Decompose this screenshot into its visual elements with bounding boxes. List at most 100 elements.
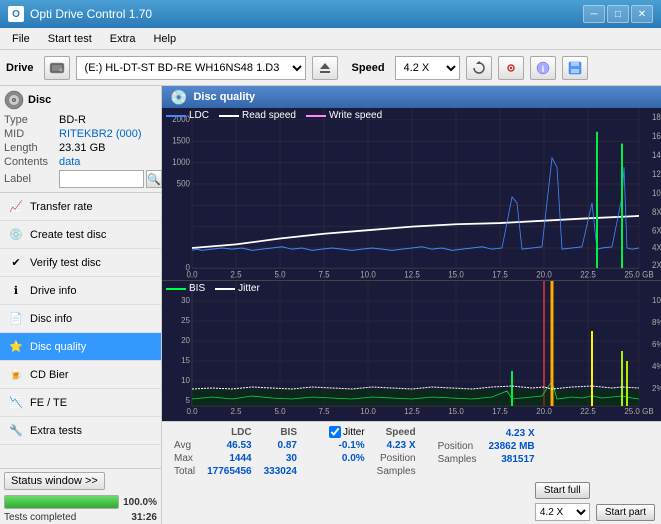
svg-text:2.5: 2.5 (230, 269, 241, 280)
legend-bis: BIS (166, 283, 205, 294)
svg-text:25: 25 (181, 316, 190, 325)
svg-text:10%: 10% (652, 296, 661, 305)
svg-text:12.5: 12.5 (404, 407, 420, 416)
save-button[interactable] (562, 56, 588, 80)
status-window-button[interactable]: Status window >> (4, 472, 105, 490)
svg-text:1000: 1000 (172, 156, 190, 167)
disc-label-input[interactable] (59, 170, 144, 188)
disc-quality-label: Disc quality (30, 341, 86, 353)
stats-right-panel: Start full 4.2 X Start part (535, 482, 655, 521)
progress-bar-fill (5, 496, 118, 508)
title-bar: O Opti Drive Control 1.70 ─ □ ✕ (0, 0, 661, 28)
disc-contents-row: Contents data (4, 156, 157, 168)
cd-bier-icon: 🍺 (8, 367, 24, 383)
disc-length-label: Length (4, 142, 59, 154)
svg-text:6%: 6% (652, 340, 661, 349)
disc-mid-value: RITEKBR2 (000) (59, 128, 142, 140)
sidebar-item-cd-bier[interactable]: 🍺 CD Bier (0, 361, 161, 389)
disc-title: Disc (28, 94, 51, 106)
minimize-button[interactable]: ─ (583, 5, 605, 23)
drive-select[interactable]: (E:) HL-DT-ST BD-RE WH16NS48 1.D3 (76, 56, 306, 80)
sidebar-item-disc-quality[interactable]: ⭐ Disc quality (0, 333, 161, 361)
info-button[interactable]: i (530, 56, 556, 80)
fe-te-icon: 📉 (8, 395, 24, 411)
title-bar-left: O Opti Drive Control 1.70 (8, 6, 152, 22)
start-part-button[interactable]: Start part (596, 504, 655, 521)
disc-label-button[interactable]: 🔍 (146, 170, 162, 188)
disc-mid-label: MID (4, 128, 59, 140)
eject-button[interactable] (312, 56, 338, 80)
toolbar: Drive (E:) HL-DT-ST BD-RE WH16NS48 1.D3 … (0, 50, 661, 86)
chart-top: LDC Read speed Write speed (162, 108, 661, 281)
svg-text:22.5: 22.5 (580, 269, 596, 280)
status-text-row: Tests completed 31:26 (0, 511, 161, 524)
svg-text:25.0 GB: 25.0 GB (624, 407, 653, 416)
svg-text:5: 5 (186, 396, 191, 405)
verify-test-disc-label: Verify test disc (30, 257, 101, 269)
disc-length-row: Length 23.31 GB (4, 142, 157, 154)
refresh-button[interactable] (466, 56, 492, 80)
legend-ldc: LDC (166, 110, 209, 121)
jitter-checkbox[interactable] (329, 426, 341, 438)
disc-contents-label: Contents (4, 156, 59, 168)
speed-select[interactable]: 4.2 X (395, 56, 460, 80)
sidebar-item-fe-te[interactable]: 📉FE / TE (0, 389, 161, 417)
svg-text:2.5: 2.5 (230, 407, 242, 416)
svg-text:7.5: 7.5 (318, 269, 329, 280)
cd-bier-label: CD Bier (30, 369, 69, 381)
progress-text: 100.0% (123, 497, 157, 508)
svg-text:0.0: 0.0 (186, 269, 197, 280)
speed-label: Speed (352, 62, 385, 74)
close-button[interactable]: ✕ (631, 5, 653, 23)
transfer-rate-label: Transfer rate (30, 201, 93, 213)
sidebar: Disc Type BD-R MID RITEKBR2 (000) Length… (0, 86, 162, 524)
svg-text:20.0: 20.0 (536, 407, 552, 416)
disc-label-label: Label (4, 173, 59, 185)
drive-info-label: Drive info (30, 285, 76, 297)
svg-text:10: 10 (181, 376, 190, 385)
stats-table-right: 4.23 X Position 23862 MB Samples 381517 (432, 425, 541, 466)
svg-text:5.0: 5.0 (274, 407, 286, 416)
jitter-label: Jitter (329, 426, 365, 438)
speed-dropdown[interactable]: 4.2 X (535, 503, 590, 521)
sidebar-item-disc-info[interactable]: 📄Disc info (0, 305, 161, 333)
legend-read-speed: Read speed (219, 110, 296, 121)
status-time: 31:26 (131, 512, 157, 523)
menu-extra[interactable]: Extra (102, 31, 144, 47)
chart-area: 💿 Disc quality LDC Read speed (162, 86, 661, 524)
disc-info-icon: 📄 (8, 311, 24, 327)
disc-panel: Disc Type BD-R MID RITEKBR2 (000) Length… (0, 86, 161, 193)
create-test-disc-label: Create test disc (30, 229, 106, 241)
charts-container: LDC Read speed Write speed (162, 108, 661, 421)
svg-text:12X: 12X (652, 168, 661, 179)
disc-quality-icon: ⭐ (8, 339, 24, 355)
app-title: Opti Drive Control 1.70 (30, 7, 152, 21)
drive-label: Drive (6, 62, 34, 74)
sidebar-item-verify-test-disc[interactable]: ✔Verify test disc (0, 249, 161, 277)
sidebar-item-drive-info[interactable]: ℹDrive info (0, 277, 161, 305)
create-test-disc-icon: 💿 (8, 227, 24, 243)
svg-text:25.0 GB: 25.0 GB (624, 269, 653, 280)
drive-icon-btn[interactable] (44, 56, 70, 80)
svg-text:6X: 6X (652, 225, 661, 236)
app-icon: O (8, 6, 24, 22)
disc-type-label: Type (4, 114, 59, 126)
maximize-button[interactable]: □ (607, 5, 629, 23)
settings-button[interactable] (498, 56, 524, 80)
sidebar-item-transfer-rate[interactable]: 📈Transfer rate (0, 193, 161, 221)
start-full-button[interactable]: Start full (535, 482, 590, 499)
svg-text:15.0: 15.0 (448, 407, 464, 416)
menu-start-test[interactable]: Start test (40, 31, 100, 47)
disc-header: Disc (4, 90, 157, 110)
svg-text:20.0: 20.0 (536, 269, 552, 280)
sidebar-item-extra-tests[interactable]: 🔧Extra tests (0, 417, 161, 445)
disc-mid-row: MID RITEKBR2 (000) (4, 128, 157, 140)
stats-avg-row: Avg 46.53 0.87 -0.1% 4.23 X (168, 439, 422, 452)
menu-help[interactable]: Help (145, 31, 184, 47)
disc-contents-value: data (59, 156, 80, 168)
menu-file[interactable]: File (4, 31, 38, 47)
extra-tests-icon: 🔧 (8, 423, 24, 439)
svg-text:8%: 8% (652, 318, 661, 327)
svg-text:20: 20 (181, 336, 190, 345)
sidebar-item-create-test-disc[interactable]: 💿 Create test disc (0, 221, 161, 249)
